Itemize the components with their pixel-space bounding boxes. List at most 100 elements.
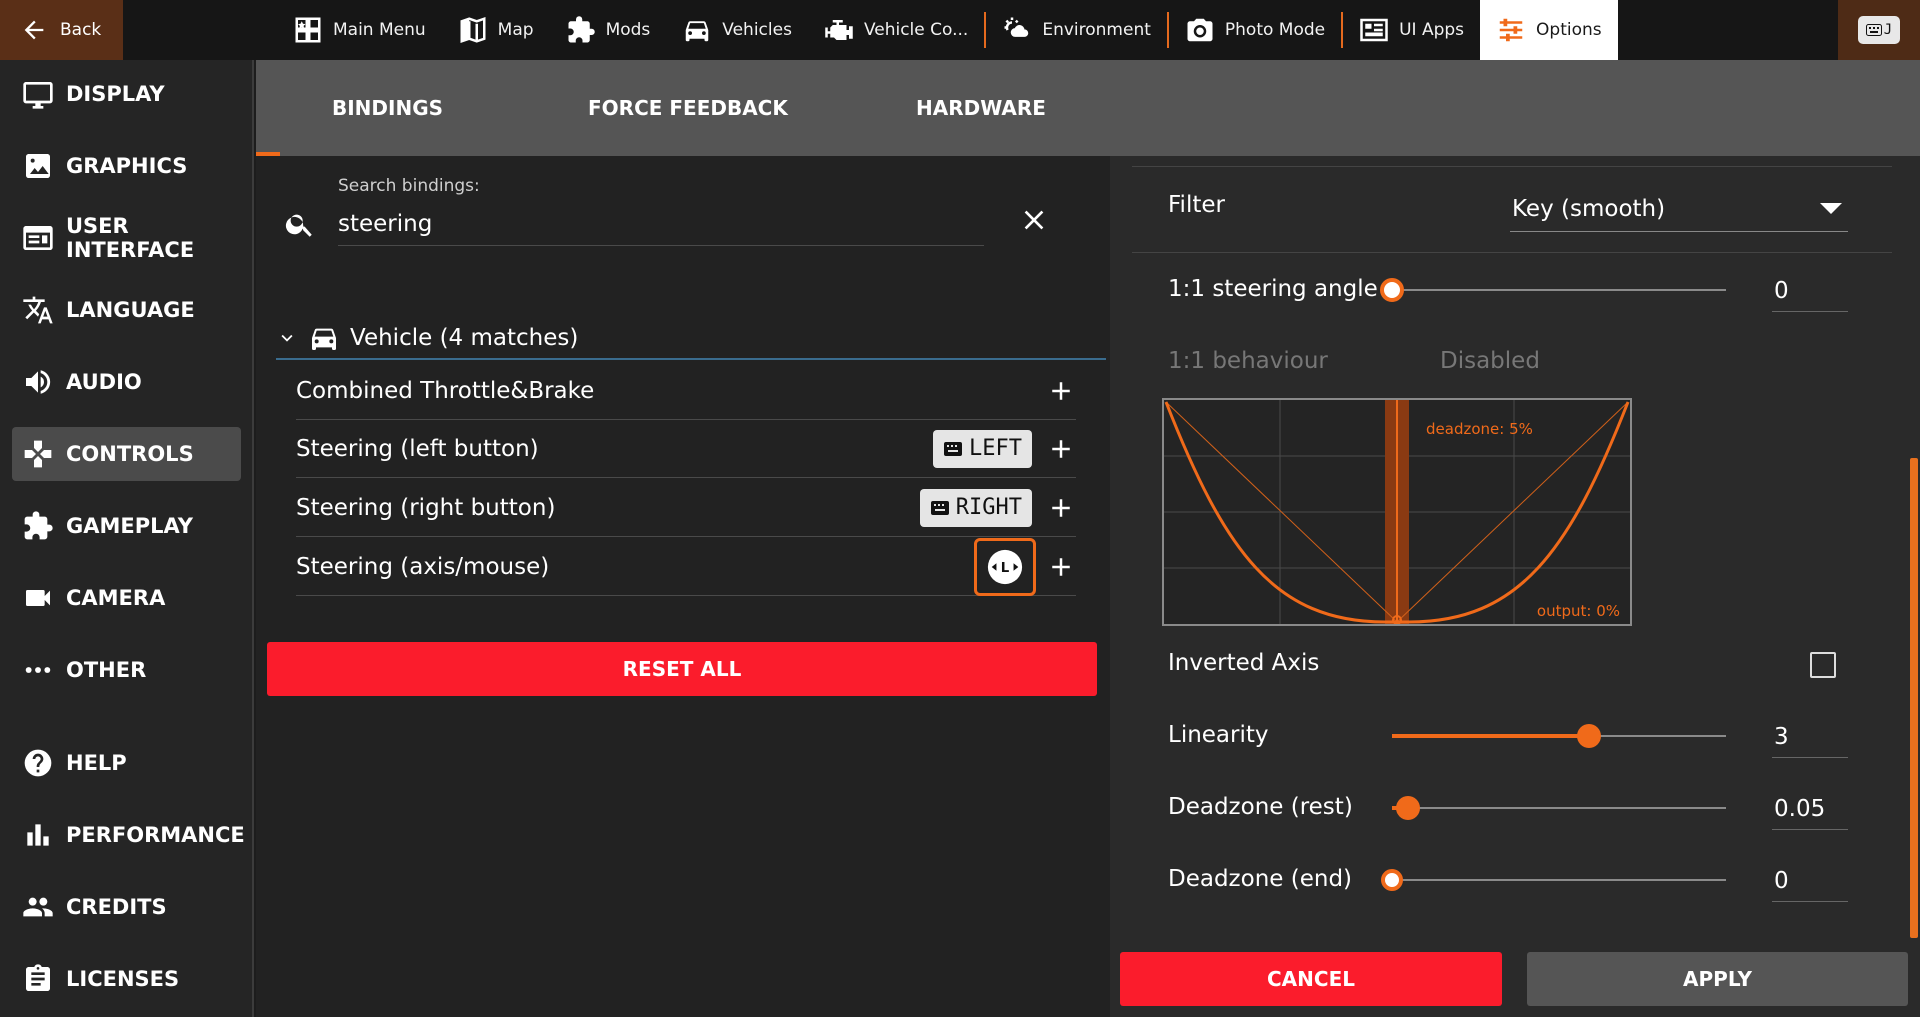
- sidebar-item-label: GRAPHICS: [66, 154, 188, 178]
- add-binding-icon[interactable]: [1046, 493, 1076, 523]
- cancel-button[interactable]: CANCEL: [1120, 952, 1502, 1006]
- deadzone-end-input[interactable]: 0: [1772, 860, 1848, 902]
- sidebar-item-gameplay[interactable]: GAMEPLAY: [12, 499, 241, 553]
- scrollbar-thumb[interactable]: [1910, 458, 1918, 938]
- add-binding-icon[interactable]: [1046, 434, 1076, 464]
- sidebar-item-label: DISPLAY: [66, 82, 165, 106]
- linearity-input[interactable]: 3: [1772, 716, 1848, 758]
- topnav-label: Main Menu: [333, 20, 426, 40]
- divider: [1132, 252, 1892, 253]
- sidebar-item-label: AUDIO: [66, 370, 142, 394]
- puzzle-icon: [568, 16, 595, 43]
- binding-row[interactable]: Steering (left button) LEFT: [296, 420, 1076, 478]
- binding-row[interactable]: Steering (axis/mouse) L: [296, 537, 1076, 596]
- sidebar-item-label: CONTROLS: [66, 442, 194, 466]
- tab-bindings[interactable]: BINDINGS: [332, 60, 443, 156]
- binding-group-vehicle[interactable]: Vehicle (4 matches): [276, 318, 1106, 360]
- topnav-vehicle-config[interactable]: Vehicle Co...: [808, 0, 984, 60]
- add-binding-icon[interactable]: [1046, 376, 1076, 406]
- topnav-options[interactable]: Options: [1480, 0, 1618, 60]
- binding-row[interactable]: Steering (right button) RIGHT: [296, 479, 1076, 537]
- slider-knob[interactable]: [1381, 869, 1403, 891]
- slider-knob[interactable]: [1396, 796, 1420, 820]
- chevron-down-icon: [281, 334, 293, 342]
- keyboard-icon: [930, 500, 949, 515]
- sidebar-item-other[interactable]: OTHER: [12, 643, 241, 697]
- tab-force-feedback[interactable]: FORCE FEEDBACK: [588, 60, 788, 156]
- car-icon: [686, 21, 709, 42]
- steering-angle-input[interactable]: 0: [1772, 270, 1848, 312]
- keyboard-chip: J: [1858, 16, 1900, 44]
- monitor-icon: [23, 82, 53, 109]
- binding-key-chip[interactable]: RIGHT: [919, 488, 1032, 527]
- bar-chart-icon: [27, 824, 49, 846]
- corner-key-label: J: [1883, 22, 1893, 38]
- tab-label: FORCE FEEDBACK: [588, 96, 788, 120]
- sidebar-item-performance[interactable]: PERFORMANCE: [12, 808, 245, 862]
- tab-label: BINDINGS: [332, 96, 444, 120]
- sidebar-item-camera[interactable]: CAMERA: [12, 571, 241, 625]
- apply-button[interactable]: APPLY: [1527, 952, 1908, 1006]
- behaviour-value: Disabled: [1440, 348, 1540, 374]
- topnav-label: Vehicles: [722, 20, 792, 40]
- reset-all-button[interactable]: RESET ALL: [267, 642, 1097, 696]
- slider-knob[interactable]: [1577, 724, 1602, 748]
- sidebar-item-licenses[interactable]: LICENSES: [12, 952, 241, 1006]
- filter-value: Key (smooth): [1512, 195, 1666, 222]
- sidebar-item-language[interactable]: LANGUAGE: [12, 283, 241, 337]
- filter-dropdown[interactable]: Key (smooth): [1510, 186, 1848, 232]
- ui-icon: [23, 226, 53, 250]
- topnav-mods[interactable]: Mods: [550, 0, 667, 60]
- search-input[interactable]: [338, 202, 984, 246]
- sidebar-item-help[interactable]: HELP: [12, 736, 241, 790]
- topnav-main-menu[interactable]: Main Menu: [277, 0, 442, 60]
- close-icon[interactable]: [1018, 204, 1050, 236]
- slider-knob[interactable]: [1380, 278, 1404, 302]
- help-icon: [24, 749, 52, 777]
- sidebar-item-user-interface[interactable]: USER INTERFACE: [12, 211, 241, 265]
- slider-track: [1392, 807, 1726, 809]
- keyboard-icon: [1865, 24, 1882, 36]
- steering-angle-slider[interactable]: [1380, 278, 1726, 302]
- binding-key-label: RIGHT: [955, 495, 1022, 520]
- sidebar-item-label: LICENSES: [66, 967, 180, 991]
- axis-settings-panel: Filter Key (smooth) 1:1 steering angle 0…: [1110, 156, 1920, 1017]
- inverted-axis-checkbox[interactable]: [1810, 652, 1836, 678]
- sidebar-item-credits[interactable]: CREDITS: [12, 880, 241, 934]
- add-binding-icon[interactable]: [1046, 552, 1076, 582]
- topnav-environment[interactable]: Environment: [986, 0, 1167, 60]
- linearity-slider[interactable]: [1392, 724, 1726, 748]
- search-icon: [285, 214, 312, 237]
- deadzone-rest-label: Deadzone (rest): [1168, 794, 1353, 820]
- keyboard-shortcut-button[interactable]: J: [1838, 0, 1920, 60]
- topnav-map[interactable]: Map: [442, 0, 550, 60]
- topnav-label: UI Apps: [1399, 20, 1465, 40]
- options-tabs: BINDINGS FORCE FEEDBACK HARDWARE: [256, 60, 1920, 156]
- tab-label: HARDWARE: [916, 96, 1046, 120]
- topnav-ui-apps[interactable]: UI Apps: [1343, 0, 1480, 60]
- binding-axis-chip-selected[interactable]: L: [974, 537, 1036, 596]
- back-button[interactable]: Back: [0, 0, 123, 60]
- camera-icon: [1187, 18, 1213, 42]
- topnav-photo-mode[interactable]: Photo Mode: [1169, 0, 1341, 60]
- sidebar-item-label: PERFORMANCE: [66, 823, 245, 847]
- sidebar-item-display[interactable]: DISPLAY: [12, 67, 241, 121]
- deadzone-rest-input[interactable]: 0.05: [1772, 788, 1848, 830]
- chevron-down-icon: [1820, 203, 1842, 214]
- topnav-vehicles[interactable]: Vehicles: [666, 0, 808, 60]
- deadzone-rest-slider[interactable]: [1392, 796, 1726, 820]
- binding-row[interactable]: Combined Throttle&Brake: [296, 362, 1076, 420]
- top-bar: Back Main Menu Map Mods Vehicles Vehicle…: [0, 0, 1920, 60]
- sidebar-item-audio[interactable]: AUDIO: [12, 355, 241, 409]
- bindings-panel: Search bindings: Vehicle (4 matches) Com…: [256, 156, 1110, 1017]
- binding-key-chip[interactable]: LEFT: [933, 429, 1032, 468]
- tab-hardware[interactable]: HARDWARE: [916, 60, 1046, 156]
- filter-label: Filter: [1168, 192, 1225, 218]
- sidebar-item-controls[interactable]: CONTROLS: [12, 427, 241, 481]
- deadzone-end-slider[interactable]: [1381, 868, 1726, 892]
- gamepad-icon: [24, 440, 52, 468]
- sidebar-item-graphics[interactable]: GRAPHICS: [12, 139, 241, 193]
- axis-letter: L: [1001, 560, 1010, 575]
- binding-label: Steering (right button): [296, 494, 556, 521]
- clipboard-icon: [26, 964, 50, 991]
